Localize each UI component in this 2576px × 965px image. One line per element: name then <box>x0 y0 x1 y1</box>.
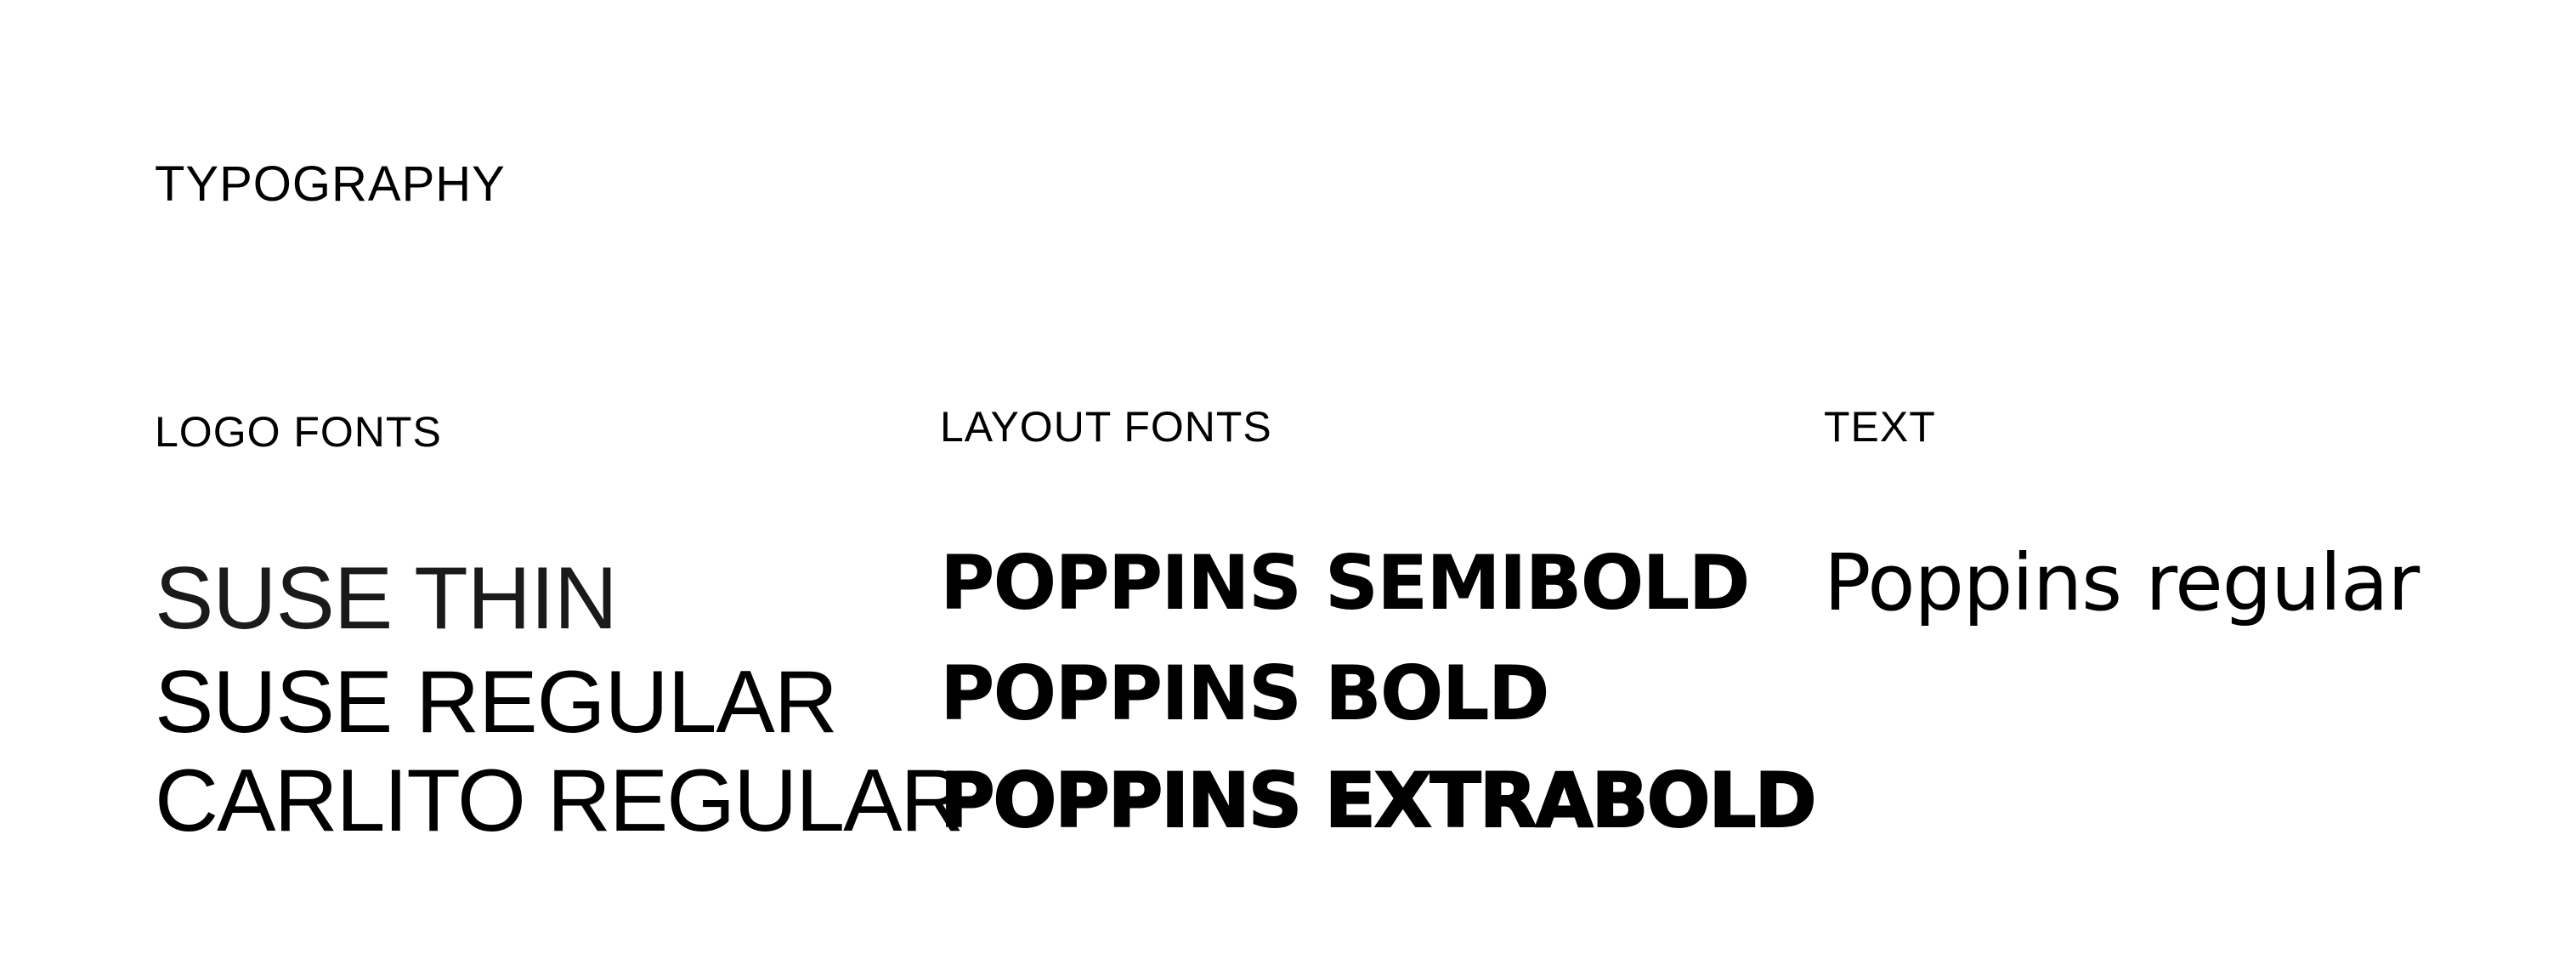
text-fonts-heading: TEXT <box>1824 403 1936 451</box>
page-title: TYPOGRAPHY <box>155 156 506 212</box>
font-sample-poppins-bold: POPPINS BOLD <box>940 650 1550 737</box>
font-sample-carlito-regular: CARLITO REGULAR <box>155 752 965 850</box>
font-sample-suse-thin: SUSE THIN <box>155 549 618 648</box>
font-sample-poppins-semibold: POPPINS SEMIBOLD <box>940 539 1751 627</box>
font-sample-poppins-regular: Poppins regular <box>1824 537 2420 628</box>
logo-fonts-heading: LOGO FONTS <box>155 408 442 456</box>
layout-fonts-heading: LAYOUT FONTS <box>940 403 1272 451</box>
font-sample-poppins-extrabold: POPPINS EXTRABOLD <box>939 757 1818 844</box>
font-sample-suse-regular: SUSE REGULAR <box>155 653 838 752</box>
